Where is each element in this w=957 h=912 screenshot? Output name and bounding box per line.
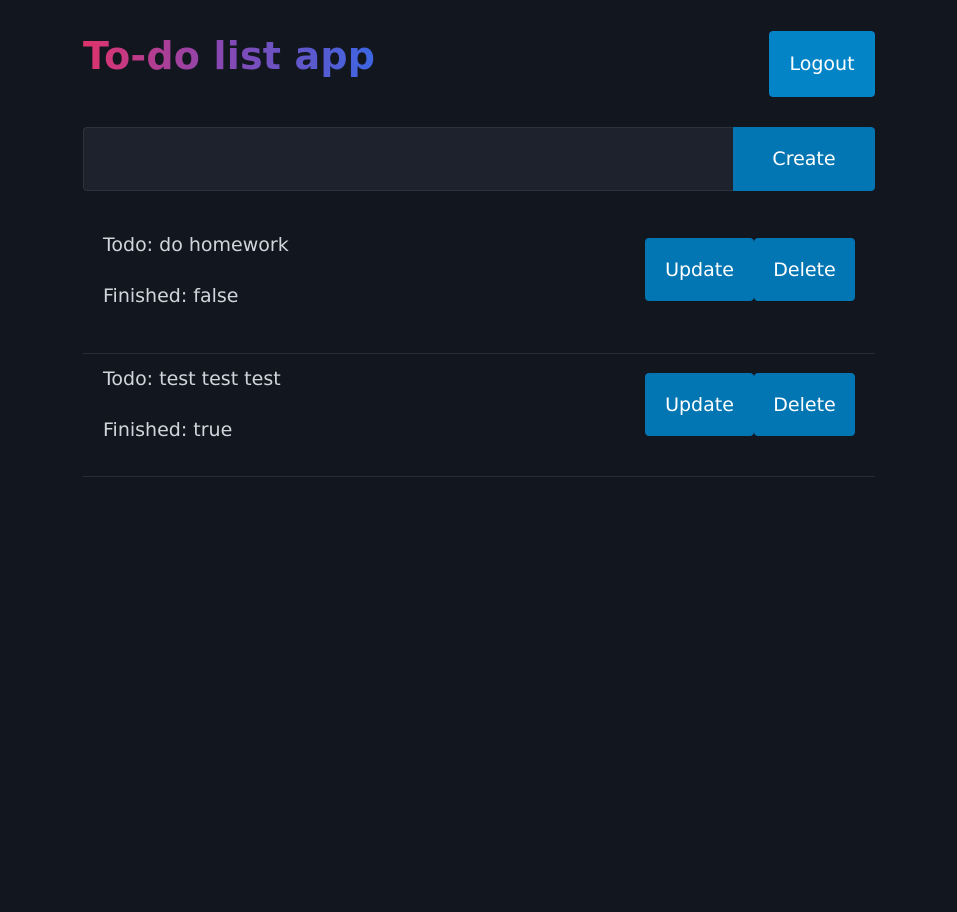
todo-actions: Update Delete [645,373,855,436]
todo-list: Todo: do homework Finished: false Update… [83,210,875,477]
update-button[interactable]: Update [645,373,754,436]
todo-name: Todo: test test test [103,368,281,390]
delete-button[interactable]: Delete [754,238,855,301]
logout-button[interactable]: Logout [769,31,875,97]
create-form: Create [83,127,875,191]
header: To-do list app Logout [83,0,875,127]
todo-item: Todo: do homework Finished: false Update… [83,210,875,354]
new-todo-input[interactable] [83,127,733,191]
todo-actions: Update Delete [645,238,855,301]
create-button[interactable]: Create [733,127,875,191]
page-title: To-do list app [83,30,375,82]
todo-item: Todo: test test test Finished: true Upda… [83,354,875,477]
delete-button[interactable]: Delete [754,373,855,436]
todo-finished-status: Finished: true [103,419,233,441]
app-container: To-do list app Logout Create Todo: do ho… [83,0,875,477]
todo-finished-status: Finished: false [103,285,239,307]
update-button[interactable]: Update [645,238,754,301]
todo-name: Todo: do homework [103,234,289,256]
